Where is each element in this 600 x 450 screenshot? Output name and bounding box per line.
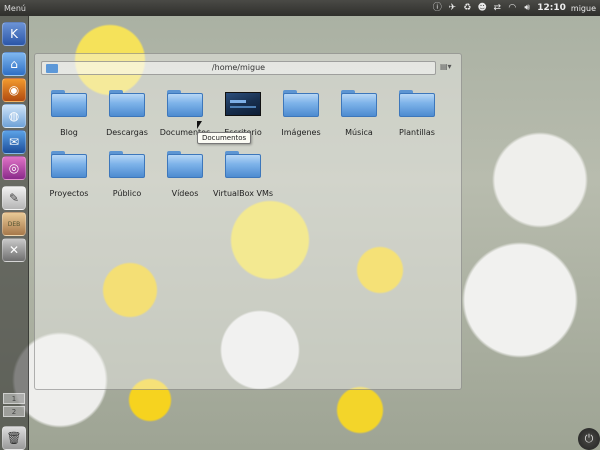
text-editor-launcher[interactable]: ✎ bbox=[2, 186, 26, 210]
file-label: Público bbox=[112, 189, 142, 198]
chat-launcher[interactable]: ◍ bbox=[2, 104, 26, 128]
kde-menu-launcher[interactable]: K bbox=[2, 22, 26, 46]
menu-button[interactable]: Menú bbox=[4, 4, 26, 13]
messenger-icon[interactable]: ✈ bbox=[447, 3, 457, 13]
firefox-launcher[interactable]: ◉ bbox=[2, 78, 26, 102]
network-icon[interactable]: ⇄ bbox=[492, 3, 502, 13]
wifi-icon[interactable]: ◠ bbox=[507, 3, 517, 13]
folder-icon bbox=[109, 151, 145, 178]
clock[interactable]: 12:10 bbox=[537, 3, 566, 13]
file-label: Proyectos bbox=[49, 189, 89, 198]
file-item-descargas[interactable]: Descargas bbox=[97, 90, 157, 148]
address-path: /home/migue bbox=[211, 63, 266, 72]
system-tools-launcher[interactable]: ✕ bbox=[2, 238, 26, 262]
folder-icon bbox=[167, 90, 203, 117]
package-installer-launcher[interactable]: DEB bbox=[2, 212, 26, 236]
user-menu[interactable]: migue bbox=[571, 4, 596, 13]
tooltip: Documentos bbox=[197, 132, 252, 144]
system-tray: ⓘ ✈ ♻ ☻ ⇄ ◠ 🔊︎ 12:10 migue bbox=[432, 3, 596, 13]
kde-icon: K bbox=[10, 27, 18, 41]
folder-icon bbox=[341, 90, 377, 117]
file-item-plantillas[interactable]: Plantillas bbox=[387, 90, 447, 148]
file-item-blog[interactable]: Blog bbox=[39, 90, 99, 148]
workspace-1[interactable]: 1 bbox=[3, 393, 25, 404]
trash-launcher[interactable]: 🗑︎ bbox=[2, 426, 26, 450]
file-label: Plantillas bbox=[399, 128, 435, 137]
workspace-2[interactable]: 2 bbox=[3, 406, 25, 417]
volume-icon[interactable]: 🔊︎ bbox=[522, 3, 532, 13]
home-folder-launcher[interactable]: ⌂ bbox=[2, 52, 26, 76]
view-mode-button[interactable]: ▤▾ bbox=[440, 62, 458, 74]
file-label: Blog bbox=[60, 128, 78, 137]
power-button[interactable]: ⏻ bbox=[578, 428, 600, 450]
launcher: K ⌂ ◉ ◍ ✉ ◎ ✎ DEB ✕ 1 2 🗑︎ bbox=[0, 16, 29, 450]
file-label: Imágenes bbox=[281, 128, 321, 137]
address-bar[interactable]: /home/migue bbox=[41, 61, 436, 75]
folder-icon bbox=[51, 90, 87, 117]
eye-app-launcher[interactable]: ◎ bbox=[2, 156, 26, 180]
chat-bubble-icon: ◍ bbox=[8, 109, 20, 123]
file-label: Música bbox=[345, 128, 373, 137]
file-item-imagenes[interactable]: Imágenes bbox=[271, 90, 331, 148]
folder-icon bbox=[51, 151, 87, 178]
folder-icon bbox=[109, 90, 145, 117]
file-item-musica[interactable]: Música bbox=[329, 90, 389, 148]
desktop-folder-icon bbox=[225, 90, 261, 117]
file-item-videos[interactable]: Vídeos bbox=[155, 151, 215, 209]
file-item-proyectos[interactable]: Proyectos bbox=[39, 151, 99, 209]
top-panel: Menú ⓘ ✈ ♻ ☻ ⇄ ◠ 🔊︎ 12:10 migue bbox=[0, 0, 600, 16]
chat-icon[interactable]: ☻ bbox=[477, 3, 487, 13]
firefox-icon: ◉ bbox=[8, 83, 20, 97]
file-manager-window: /home/migue ▤▾ Blog Descargas Documentos… bbox=[34, 53, 462, 390]
file-label: Descargas bbox=[106, 128, 148, 137]
view-list-icon: ▤▾ bbox=[440, 62, 452, 71]
file-item-virtualbox-vms[interactable]: VirtualBox VMs bbox=[213, 151, 273, 209]
tools-icon: ✕ bbox=[8, 243, 20, 257]
power-icon: ⏻ bbox=[584, 432, 594, 445]
file-label: VirtualBox VMs bbox=[213, 189, 274, 198]
pencil-icon: ✎ bbox=[8, 191, 20, 205]
folder-icon bbox=[399, 90, 435, 117]
eye-icon: ◎ bbox=[8, 161, 20, 175]
file-label: Vídeos bbox=[171, 189, 199, 198]
mouse-pointer-icon bbox=[197, 121, 202, 129]
package-icon: DEB bbox=[7, 220, 21, 228]
thunderbird-launcher[interactable]: ✉ bbox=[2, 130, 26, 154]
thunderbird-icon: ✉ bbox=[8, 135, 20, 149]
update-icon[interactable]: ♻ bbox=[462, 3, 472, 13]
info-icon[interactable]: ⓘ bbox=[432, 3, 442, 13]
file-item-publico[interactable]: Público bbox=[97, 151, 157, 209]
folder-icon bbox=[167, 151, 203, 178]
folder-icon bbox=[283, 90, 319, 117]
folder-icon bbox=[225, 151, 261, 178]
trash-icon: 🗑︎ bbox=[6, 431, 22, 445]
home-icon: ⌂ bbox=[10, 57, 18, 71]
